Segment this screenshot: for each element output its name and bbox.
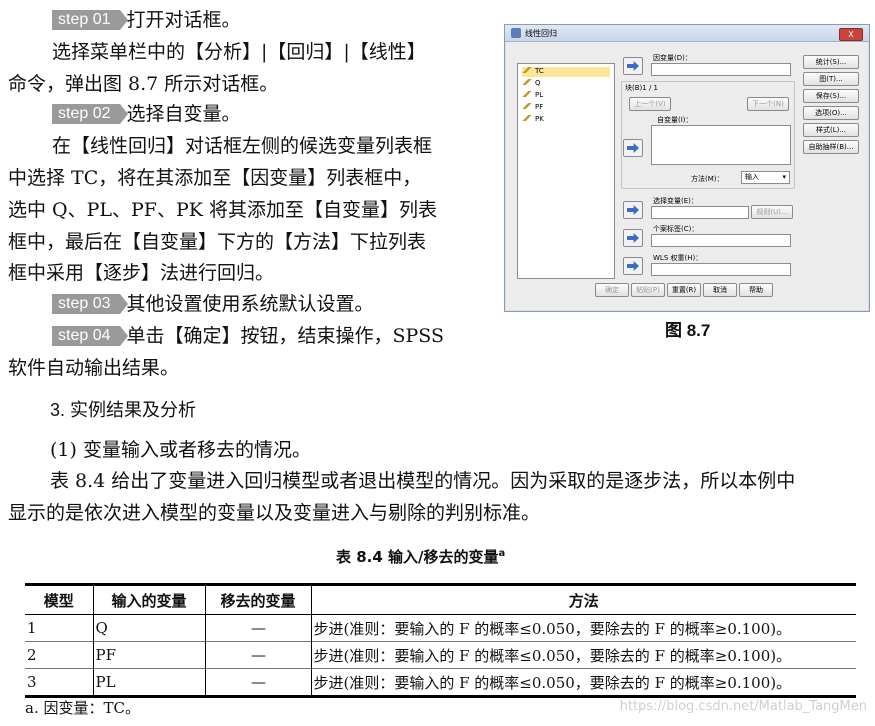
spss-app-icon [511, 28, 521, 38]
step-03-line: step 03 其他设置使用系统默认设置。 [52, 288, 374, 320]
step-04-text: 单击【确定】按钮，结束操作，SPSS [126, 325, 444, 347]
cell-removed: — [204, 641, 311, 669]
variable-item-q[interactable]: Q [522, 79, 541, 89]
move-to-independent-button[interactable] [623, 139, 643, 157]
style-button[interactable]: 样式(L)... [803, 123, 859, 137]
reset-button[interactable]: 重置(R) [667, 283, 701, 297]
step-03-badge: step 03 [52, 294, 130, 314]
statistics-button[interactable]: 统计(S)... [803, 55, 859, 69]
step-04-continuation: 软件自动输出结果。 [8, 357, 180, 379]
cell-model: 1 [25, 614, 93, 642]
variables-entered-removed-table: 模型 输入的变量 移去的变量 方法 1 Q — 步进(准则：要输入的 F 的概率… [25, 583, 856, 698]
cell-model: 2 [25, 641, 93, 669]
bootstrap-button[interactable]: 自助抽样(B)... [803, 140, 859, 154]
paragraph-line-1: 表 8.4 给出了变量进入回归模型或者退出模型的情况。因为采取的是逐步法，所以本… [50, 470, 796, 492]
step-02-body-line-4: 框中，最后在【自变量】下方的【方法】下拉列表 [8, 231, 427, 253]
dialog-title: 线性回归 [525, 29, 557, 38]
cell-removed: — [204, 668, 311, 697]
ok-button[interactable]: 确定 [595, 283, 629, 297]
table-row: 1 Q — 步进(准则：要输入的 F 的概率≤0.050，要除去的 F 的概率≥… [25, 614, 856, 642]
header-model: 模型 [25, 584, 93, 615]
scale-variable-icon [522, 91, 532, 97]
variable-item-tc[interactable]: TC [522, 67, 610, 77]
dialog-title-bar: 线性回归 X [505, 25, 869, 42]
rule-button[interactable]: 规则(U)... [751, 205, 793, 219]
cell-removed: — [204, 614, 311, 642]
table-caption-text: 表 8.4 输入/移去的变量 [336, 548, 499, 566]
case-labels-label: 个案标签(C)： [653, 225, 699, 233]
options-button[interactable]: 选项(O)... [803, 106, 859, 120]
scale-variable-icon [522, 79, 532, 85]
help-button[interactable]: 帮助 [739, 283, 773, 297]
close-button[interactable]: X [839, 28, 863, 41]
watermark: https://blog.csdn.net/Matlab_TangMen [619, 699, 867, 714]
step-02-body-line-5: 框中采用【逐步】法进行回归。 [8, 262, 275, 284]
step-01-body-line-2: 命令，弹出图 8.7 所示对话框。 [8, 73, 279, 95]
paste-button[interactable]: 粘贴(P) [631, 283, 665, 297]
cell-method: 步进(准则：要输入的 F 的概率≤0.050，要除去的 F 的概率≥0.100)… [310, 614, 856, 642]
wls-weight-label: WLS 权重(H)： [653, 254, 703, 262]
step-02-body-line-1: 在【线性回归】对话框左侧的候选变量列表框 [52, 135, 433, 157]
move-to-dependent-button[interactable] [623, 57, 643, 75]
table-caption: 表 8.4 输入/移去的变量a [336, 546, 505, 567]
step-03-text: 其他设置使用系统默认设置。 [126, 293, 374, 315]
step-02-badge: step 02 [52, 104, 130, 124]
variable-item-pk[interactable]: PK [522, 115, 544, 125]
dependent-label: 因变量(D)： [653, 54, 692, 62]
previous-block-button[interactable]: 上一个(V) [629, 97, 671, 111]
move-to-wls-weight-button[interactable] [623, 257, 643, 275]
next-block-button[interactable]: 下一个(N) [747, 97, 789, 111]
candidate-variable-list[interactable]: TC Q PL PF PK [517, 63, 615, 279]
table-row: 3 PL — 步进(准则：要输入的 F 的概率≤0.050，要除去的 F 的概率… [25, 668, 856, 697]
step-01-body-line-1: 选择菜单栏中的【分析】|【回归】|【线性】 [52, 41, 426, 63]
cancel-button[interactable]: 取消 [703, 283, 737, 297]
method-label: 方法(M)： [691, 175, 724, 183]
cell-method: 步进(准则：要输入的 F 的概率≤0.050，要除去的 F 的概率≥0.100)… [310, 641, 856, 669]
header-method: 方法 [310, 584, 856, 615]
cell-entered: PL [92, 668, 205, 697]
move-to-case-labels-button[interactable] [623, 229, 643, 247]
variable-item-pf[interactable]: PF [522, 103, 543, 113]
step-01-line: step 01 打开对话框。 [52, 4, 241, 36]
step-02-body-line-3: 选中 Q、PL、PF、PK 将其添加至【自变量】列表 [8, 199, 438, 221]
selection-variable-field[interactable] [651, 206, 749, 219]
section-heading: 3. 实例结果及分析 [50, 400, 197, 420]
cell-entered: Q [92, 614, 205, 642]
save-button[interactable]: 保存(S)... [803, 89, 859, 103]
scale-variable-icon [522, 115, 532, 121]
independent-label: 自变量(I)： [657, 116, 693, 124]
block-label: 块(B)1 / 1 [625, 84, 658, 92]
table-footnote: a. 因变量：TC。 [25, 699, 140, 717]
selection-variable-label: 选择变量(E)： [653, 197, 698, 205]
scale-variable-icon [522, 103, 532, 109]
subsection-heading: (1) 变量输入或者移去的情况。 [50, 439, 311, 461]
linear-regression-dialog: 线性回归 X TC Q PL PF PK 因变量(D)： 块(B)1 / 1 上… [504, 24, 870, 312]
step-04-badge: step 04 [52, 326, 130, 346]
cell-model: 3 [25, 668, 93, 697]
wls-weight-field[interactable] [651, 263, 791, 276]
move-to-selection-button[interactable] [623, 201, 643, 219]
independent-list[interactable] [651, 125, 791, 165]
method-select[interactable]: 输入 [741, 171, 790, 184]
table-row: 2 PF — 步进(准则：要输入的 F 的概率≤0.050，要除去的 F 的概率… [25, 641, 856, 669]
case-labels-field[interactable] [651, 234, 791, 247]
cell-entered: PF [92, 641, 205, 669]
dependent-field[interactable] [651, 63, 791, 76]
step-01-badge: step 01 [52, 10, 130, 30]
header-entered: 输入的变量 [92, 584, 205, 615]
paragraph-line-2: 显示的是依次进入模型的变量以及变量进入与剔除的判别标准。 [8, 502, 541, 524]
figure-caption: 图 8.7 [665, 321, 711, 340]
step-02-body-line-2: 中选择 TC，将在其添加至【因变量】列表框中， [8, 167, 422, 189]
table-caption-footnote-mark: a [498, 548, 506, 559]
header-removed: 移去的变量 [204, 584, 311, 615]
step-04-line: step 04 单击【确定】按钮，结束操作，SPSS [52, 320, 444, 352]
step-02-text: 选择自变量。 [126, 103, 241, 125]
table-header-row: 模型 输入的变量 移去的变量 方法 [25, 584, 856, 615]
plots-button[interactable]: 图(T)... [803, 72, 859, 86]
step-02-line: step 02 选择自变量。 [52, 98, 241, 130]
scale-variable-icon [522, 67, 532, 73]
cell-method: 步进(准则：要输入的 F 的概率≤0.050，要除去的 F 的概率≥0.100)… [310, 668, 856, 697]
step-01-text: 打开对话框。 [126, 9, 241, 31]
variable-item-pl[interactable]: PL [522, 91, 543, 101]
